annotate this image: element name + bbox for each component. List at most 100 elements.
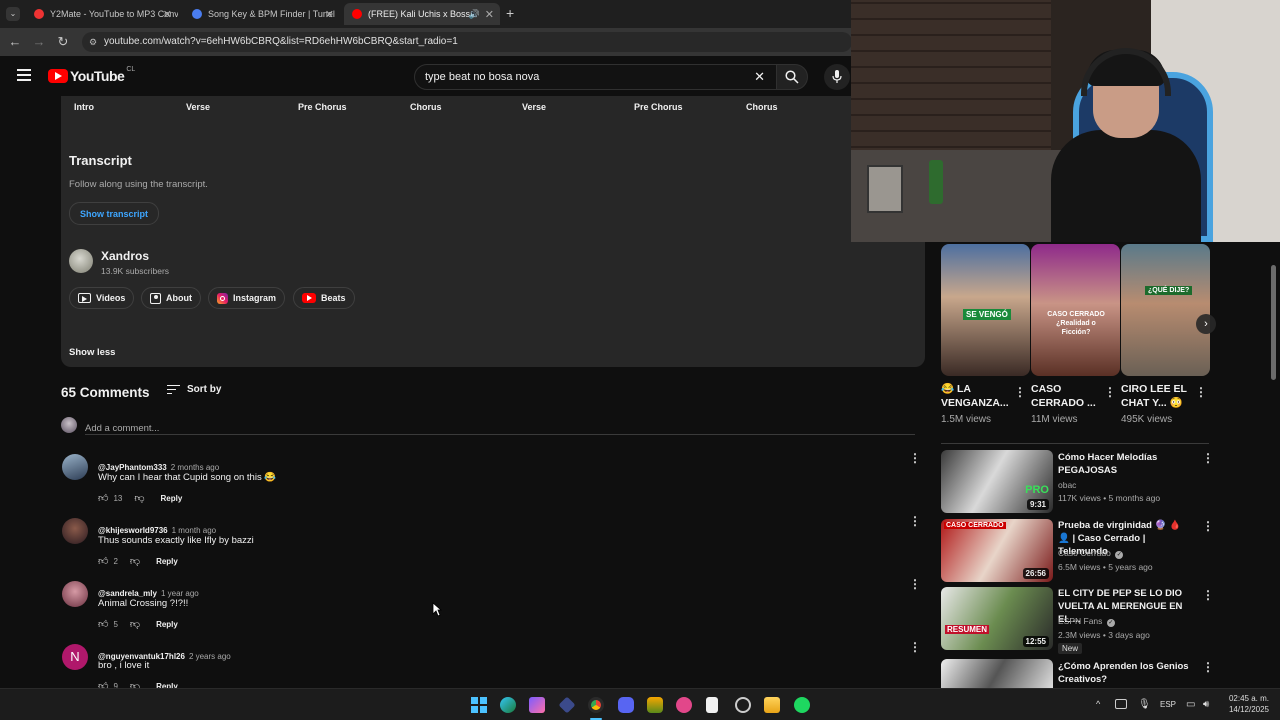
sort-by-button[interactable]: Sort by xyxy=(167,384,221,395)
video-channel[interactable]: ESPN Fans ✓ xyxy=(1058,616,1115,627)
spotify-icon[interactable] xyxy=(794,697,810,713)
channel-about-button[interactable]: About xyxy=(141,287,201,309)
reload-icon[interactable]: ↻ xyxy=(55,34,71,50)
video-menu-icon[interactable]: ⋮ xyxy=(1202,661,1214,673)
comment-time[interactable]: 1 year ago xyxy=(161,589,199,598)
search-input[interactable]: type beat no bosa nova ✕ xyxy=(414,64,778,90)
short-title[interactable]: CIRO LEE EL CHAT Y... 😳 xyxy=(1121,382,1187,410)
chapter-label[interactable]: Verse xyxy=(186,102,210,112)
tab-y2mate[interactable]: Y2Mate - YouTube to MP3 Conv ✕ xyxy=(26,3,178,25)
channel-beats-button[interactable]: Beats xyxy=(293,287,355,309)
menu-icon[interactable] xyxy=(17,69,31,81)
comment-handle[interactable]: @sandrela_mly xyxy=(98,589,157,598)
reply-button[interactable]: Reply xyxy=(156,557,178,566)
video-menu-icon[interactable]: ⋮ xyxy=(1202,452,1214,464)
network-icon[interactable]: ▭ xyxy=(1186,699,1195,710)
file-explorer-icon[interactable] xyxy=(764,697,780,713)
thumbs-up-icon[interactable]: 👍︎ xyxy=(98,492,108,504)
chrome-icon[interactable] xyxy=(588,697,604,713)
show-transcript-button[interactable]: Show transcript xyxy=(69,202,160,225)
site-info-icon[interactable]: ⚙ xyxy=(89,32,97,52)
forward-arrow-icon[interactable]: → xyxy=(31,34,47,50)
language-indicator[interactable]: ESP xyxy=(1160,700,1176,709)
chapter-label[interactable]: Chorus xyxy=(410,102,442,112)
comment-menu-icon[interactable]: ⋮ xyxy=(909,452,921,464)
close-tab-icon[interactable]: ✕ xyxy=(325,8,334,21)
comment-handle[interactable]: @khijesworld9736 xyxy=(98,526,168,535)
chapter-label[interactable]: Intro xyxy=(74,102,94,112)
discord-icon[interactable] xyxy=(618,697,634,713)
chapter-label[interactable]: Pre Chorus xyxy=(634,102,683,112)
video-title[interactable]: Cómo Hacer Melodías PEGAJOSAS xyxy=(1058,451,1192,477)
video-thumbnail[interactable]: CASO CERRADO 26:56 xyxy=(941,519,1053,582)
tab-tunebat[interactable]: Song Key & BPM Finder | Tunel ✕ xyxy=(184,3,340,25)
file-icon[interactable] xyxy=(706,697,718,713)
tab-youtube-active[interactable]: (FREE) Kali Uchis x Bossa No 🔊 ✕ xyxy=(344,3,500,25)
tray-app-icon[interactable] xyxy=(1115,699,1127,709)
app-icon[interactable] xyxy=(676,697,692,713)
video-title[interactable]: ¿Cómo Aprenden los Genios Creativos? xyxy=(1058,660,1192,686)
short-thumbnail[interactable]: SE VENGÓ xyxy=(941,244,1030,376)
reply-button[interactable]: Reply xyxy=(161,494,183,503)
app-icon[interactable] xyxy=(558,696,576,714)
show-less-button[interactable]: Show less xyxy=(69,347,115,358)
comment-time[interactable]: 2 months ago xyxy=(171,463,219,472)
video-menu-icon[interactable]: ⋮ xyxy=(1202,589,1214,601)
commenter-avatar[interactable] xyxy=(62,518,88,544)
page-scrollbar[interactable] xyxy=(1271,265,1276,380)
voice-search-button[interactable] xyxy=(824,64,850,90)
thumbs-down-icon[interactable]: 👎︎ xyxy=(134,492,144,504)
video-menu-icon[interactable]: ⋮ xyxy=(1202,520,1214,532)
clear-search-icon[interactable]: ✕ xyxy=(754,65,765,89)
comment-handle[interactable]: @JayPhantom333 xyxy=(98,463,167,472)
channel-avatar[interactable] xyxy=(69,249,93,273)
comment-menu-icon[interactable]: ⋮ xyxy=(909,641,921,653)
short-menu-icon[interactable]: ⋮ xyxy=(1104,386,1116,398)
thumbs-up-icon[interactable]: 👍︎ xyxy=(98,618,108,630)
new-tab-button[interactable]: + xyxy=(506,5,514,21)
tray-microphone-icon[interactable]: 🎙︎ xyxy=(1138,699,1151,710)
windows-start-icon[interactable] xyxy=(471,697,487,713)
chapter-label[interactable]: Verse xyxy=(522,102,546,112)
thumbs-up-icon[interactable]: 👍︎ xyxy=(98,555,108,567)
add-comment-input[interactable]: Add a comment... xyxy=(85,418,915,435)
thumbs-down-icon[interactable]: 👎︎ xyxy=(130,555,140,567)
video-thumbnail[interactable]: PRO 9:31 xyxy=(941,450,1053,513)
short-menu-icon[interactable]: ⋮ xyxy=(1014,386,1026,398)
short-title[interactable]: 😂 LA VENGANZA... xyxy=(941,382,1009,410)
close-tab-icon[interactable]: ✕ xyxy=(485,8,494,21)
close-tab-icon[interactable]: ✕ xyxy=(163,8,172,21)
audio-playing-icon[interactable]: 🔊 xyxy=(469,9,480,20)
tab-search-icon[interactable]: ⌄ xyxy=(6,7,20,21)
tray-chevron-icon[interactable]: ^ xyxy=(1096,699,1100,709)
video-channel[interactable]: Caso Cerrado ✓ xyxy=(1058,548,1124,559)
copilot-icon[interactable] xyxy=(529,697,545,713)
youtube-logo[interactable]: YouTube CL xyxy=(48,66,135,84)
app-icon[interactable] xyxy=(735,697,751,713)
comment-menu-icon[interactable]: ⋮ xyxy=(909,515,921,527)
channel-name[interactable]: Xandros xyxy=(101,249,149,263)
edge-icon[interactable] xyxy=(500,697,516,713)
chapter-label[interactable]: Chorus xyxy=(746,102,778,112)
thumbs-down-icon[interactable]: 👎︎ xyxy=(130,618,140,630)
short-menu-icon[interactable]: ⋮ xyxy=(1195,386,1207,398)
video-thumbnail[interactable]: RESUMEN 12:55 xyxy=(941,587,1053,650)
clock[interactable]: 02:45 a. m. 14/12/2025 xyxy=(1225,694,1269,714)
comment-time[interactable]: 2 years ago xyxy=(189,652,231,661)
channel-videos-button[interactable]: Videos xyxy=(69,287,135,309)
fl-studio-icon[interactable] xyxy=(647,697,663,713)
chapter-label[interactable]: Pre Chorus xyxy=(298,102,347,112)
back-arrow-icon[interactable]: ← xyxy=(7,34,23,50)
search-button[interactable] xyxy=(776,64,808,90)
short-title[interactable]: CASO CERRADO ... xyxy=(1031,382,1096,410)
reply-button[interactable]: Reply xyxy=(156,620,178,629)
url-field[interactable]: ⚙ youtube.com/watch?v=6ehHW6bCBRQ&list=R… xyxy=(82,32,852,52)
commenter-avatar[interactable]: N xyxy=(62,644,88,670)
video-thumbnail[interactable] xyxy=(941,659,1053,688)
channel-instagram-button[interactable]: Instagram xyxy=(208,287,286,309)
volume-icon[interactable]: 🔊︎ xyxy=(1203,699,1209,710)
short-thumbnail[interactable]: CASO CERRADO ¿Realidad o Ficción? xyxy=(1031,244,1120,376)
shorts-next-button[interactable]: › xyxy=(1196,314,1216,334)
commenter-avatar[interactable] xyxy=(62,454,88,480)
comment-time[interactable]: 1 month ago xyxy=(172,526,216,535)
